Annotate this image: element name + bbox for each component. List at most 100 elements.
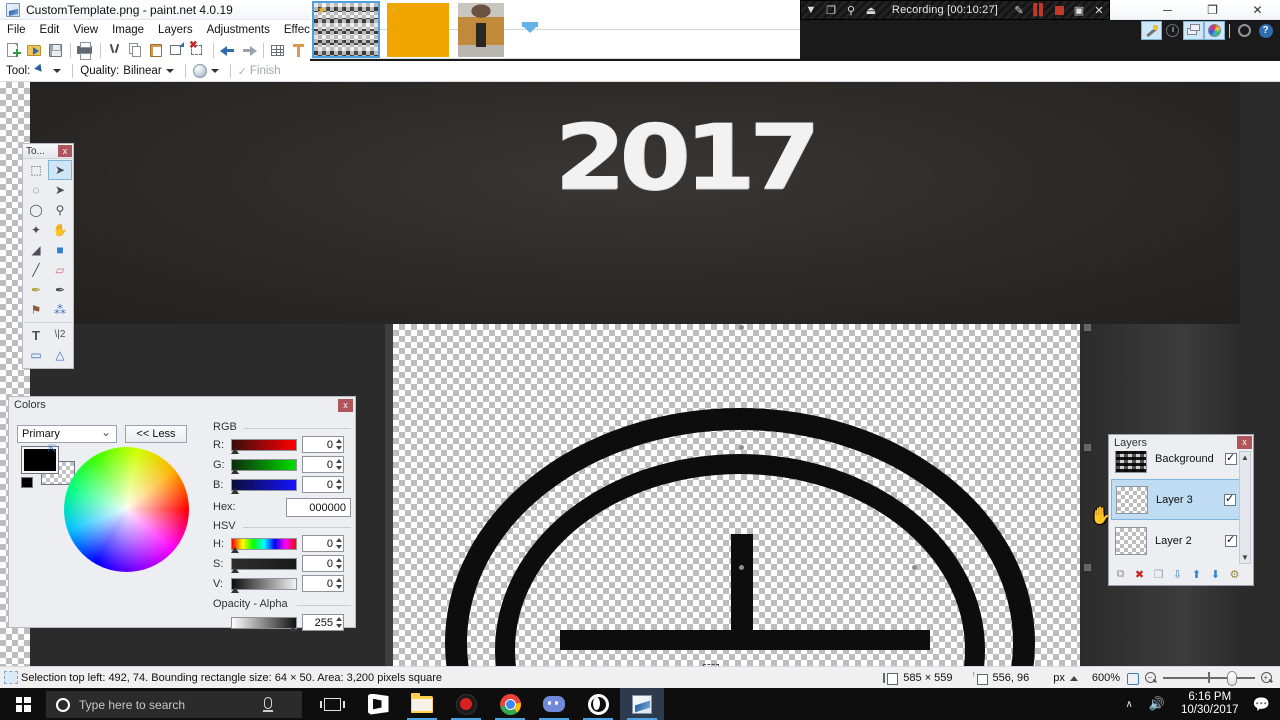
opacity-slider[interactable] (231, 616, 297, 632)
paste-icon[interactable] (147, 41, 167, 60)
selection-edge-handle-lower[interactable] (1084, 564, 1091, 571)
s-slider[interactable] (231, 557, 297, 573)
menu-adjustments[interactable]: Adjustments (200, 21, 277, 39)
redo-icon[interactable] (239, 41, 259, 60)
colors-panel-close-icon[interactable]: x (338, 399, 353, 412)
zoom-in-icon[interactable]: + (1260, 671, 1274, 685)
close-button[interactable]: ✕ (1235, 0, 1280, 20)
tray-expand-icon[interactable]: ∧ (1117, 699, 1140, 710)
layers-icon[interactable] (1183, 21, 1204, 40)
s-spinner[interactable] (334, 556, 343, 571)
restore-button[interactable]: ❐ (1190, 0, 1235, 20)
v-value-input[interactable]: 0 (302, 575, 344, 592)
open-icon[interactable] (25, 41, 45, 60)
units-label[interactable]: px (1053, 672, 1065, 684)
s-value-input[interactable]: 0 (302, 555, 344, 572)
magnifier-icon[interactable]: ⚲ (841, 1, 861, 19)
tool-text[interactable]: T (24, 325, 48, 345)
minimize-button[interactable]: ─ (1145, 0, 1190, 20)
tool-pan[interactable]: ✋ (48, 220, 72, 240)
undo-icon[interactable] (218, 41, 238, 60)
gear-icon[interactable] (1234, 21, 1255, 40)
scroll-down-icon[interactable]: ▼ (1240, 552, 1250, 563)
copy-icon[interactable] (126, 41, 146, 60)
selection-corner-handle[interactable] (1084, 324, 1091, 331)
sampling-dropdown-caret-icon[interactable] (210, 69, 219, 73)
tool-move-selection[interactable]: ➤ (48, 180, 72, 200)
r-spinner[interactable] (334, 437, 343, 452)
tool-shapes[interactable]: △ (48, 345, 72, 365)
pause-icon[interactable]: ▌▌ (1029, 1, 1049, 19)
tool-move-selected[interactable]: ➤ (48, 160, 72, 180)
opacity-spinner[interactable] (334, 615, 343, 630)
sampling-sphere-icon[interactable] (192, 64, 207, 78)
tool-rectangle-select[interactable]: ⬚ (24, 160, 48, 180)
menu-image[interactable]: Image (105, 21, 151, 39)
tool-ellipse-select[interactable]: ◯ (24, 200, 48, 220)
rulers-icon[interactable] (289, 41, 309, 60)
tab-person-jacket[interactable] (458, 3, 504, 57)
magic-wand-icon[interactable] (1141, 21, 1162, 40)
menu-layers[interactable]: Layers (151, 21, 200, 39)
selection-handle-right[interactable] (912, 565, 917, 570)
tool-magic-wand[interactable]: ✦ (24, 220, 48, 240)
selection-handle-middle[interactable] (739, 445, 744, 450)
clock[interactable]: 6:16 PM 10/30/2017 (1173, 691, 1247, 717)
menu-edit[interactable]: Edit (33, 21, 67, 39)
recording-close-icon[interactable]: ✕ (1089, 1, 1109, 19)
b-spinner[interactable] (334, 477, 343, 492)
add-layer-button[interactable]: ⧉ (1111, 566, 1130, 583)
chevron-down-icon[interactable]: ▼ (801, 1, 821, 19)
deselect-all-icon[interactable]: ✖ (188, 41, 208, 60)
tool-dropdown-caret-icon[interactable] (53, 69, 62, 73)
color-wheel[interactable] (64, 447, 189, 572)
finish-button[interactable]: Finish (250, 65, 281, 77)
color-wheel-icon[interactable] (1204, 21, 1225, 40)
layers-scrollbar[interactable]: ▲ ▼ (1239, 451, 1251, 564)
taskbar-paintnet[interactable] (620, 688, 664, 720)
layer-row-background[interactable]: Background (1111, 451, 1241, 479)
taskbar-discord[interactable] (532, 688, 576, 720)
window-icon[interactable]: ❐ (821, 1, 841, 19)
zoom-slider[interactable] (1163, 671, 1255, 686)
microphone-icon[interactable] (264, 697, 272, 709)
h-spinner[interactable] (334, 536, 343, 551)
task-view-icon[interactable] (310, 688, 354, 720)
tool-clone-stamp[interactable]: ⚑ (24, 300, 48, 320)
layer-visibility-checkbox[interactable] (1225, 533, 1237, 547)
windows-start-icon[interactable] (0, 688, 46, 720)
print-icon[interactable] (75, 41, 95, 60)
zoom-out-icon[interactable]: − (1144, 671, 1158, 685)
grid-icon[interactable] (268, 41, 288, 60)
tool-paintbrush[interactable]: ╱ (24, 260, 48, 280)
quality-value[interactable]: Bilinear (123, 65, 161, 77)
merge-layer-down-button[interactable]: ⇩ (1168, 566, 1187, 583)
g-value-input[interactable]: 0 (302, 456, 344, 473)
taskbar-opera[interactable] (576, 688, 620, 720)
tool-paint-bucket[interactable]: ◢ (24, 240, 48, 260)
tool-recolor[interactable]: ⁂ (48, 300, 72, 320)
taskbar-screen-recorder[interactable] (444, 688, 488, 720)
opacity-value-input[interactable]: 255 (302, 614, 344, 631)
tab-list-dropdown-icon[interactable] (522, 22, 538, 34)
v-spinner[interactable] (334, 576, 343, 591)
v-slider[interactable] (231, 577, 297, 593)
tool-zoom[interactable]: ⚲ (48, 200, 72, 220)
layer-visibility-checkbox[interactable] (1225, 451, 1237, 465)
duplicate-layer-button[interactable]: ❐ (1149, 566, 1168, 583)
tool-gradient[interactable]: ■ (48, 240, 72, 260)
fit-to-window-icon[interactable] (1125, 671, 1139, 685)
layer-properties-button[interactable]: ⚙ (1225, 566, 1244, 583)
tool-lasso-select[interactable]: ◌ (24, 180, 48, 200)
hex-input[interactable]: 000000 (286, 497, 351, 517)
delete-layer-button[interactable]: ✖ (1130, 566, 1149, 583)
taskbar-microsoft-store[interactable] (356, 688, 400, 720)
move-layer-down-button[interactable]: ⬇ (1206, 566, 1225, 583)
layers-list[interactable]: Background Layer 3 Layer 2 (1111, 451, 1241, 564)
units-caret-icon[interactable] (1069, 675, 1078, 681)
b-value-input[interactable]: 0 (302, 476, 344, 493)
save-icon[interactable] (46, 41, 66, 60)
tool-rectangle[interactable]: ▭ (24, 345, 48, 365)
r-slider[interactable] (231, 438, 297, 454)
selection-handle-top[interactable] (739, 325, 744, 330)
